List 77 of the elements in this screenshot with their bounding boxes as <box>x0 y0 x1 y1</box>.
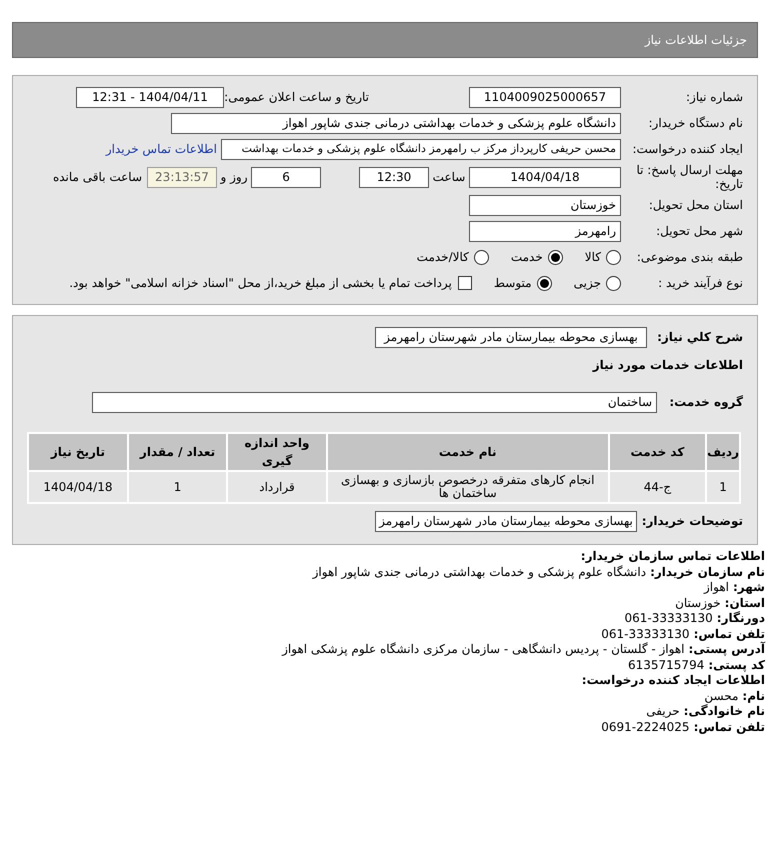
field-label: شرح کلي نياز: <box>656 329 743 346</box>
field-label: نام دستگاه خریدار: <box>648 115 743 132</box>
radio-button[interactable] <box>606 250 621 264</box>
field-value: اهواز - گلستان - پردیس دانشگاهی - سازمان مرکزی دانشگاه علوم پزشکی اهواز <box>282 642 685 658</box>
option-label: کالا <box>584 249 601 266</box>
table-cell: 1 <box>707 472 739 502</box>
field-value: اهواز <box>704 580 729 596</box>
field-label: شهر: <box>733 580 765 596</box>
table-cell: 1404/04/18 <box>29 472 127 502</box>
column-header: ردیف <box>707 434 739 470</box>
input-field[interactable]: 1404/04/11 - 12:31 <box>76 86 224 108</box>
page-title: جزئیات اطلاعات نیاز <box>644 32 747 49</box>
column-header: تعداد / مقدار <box>128 434 226 470</box>
input-field[interactable]: رامهرمز <box>469 220 621 242</box>
field-label: تلفن تماس: <box>694 720 765 735</box>
radio-button[interactable] <box>606 276 621 290</box>
field-label: نام خانوادگی: <box>684 704 765 720</box>
input-field[interactable]: 1404/04/18 <box>469 166 621 188</box>
option-label: کالا/خدمت <box>416 249 469 266</box>
field-label: نام سازمان خریدار: <box>650 564 765 580</box>
field-value: حریفی <box>646 704 680 720</box>
field-label: گروه خدمت: <box>668 394 743 411</box>
table-cell: قرارداد <box>228 472 326 502</box>
table-cell: انجام کارهای متفرقه درخصوص بازسازی و بهسازی ساختمان ها <box>328 472 608 502</box>
field-value: 061-33333130 <box>624 611 713 626</box>
input-field[interactable]: خوزستان <box>469 194 621 216</box>
input-field[interactable]: 1104009025000657 <box>469 86 621 108</box>
table-cell: ج-44 <box>610 472 706 502</box>
column-header: نام خدمت <box>328 434 608 470</box>
input-field[interactable]: بهسازی محوطه بیمارستان مادر شهرستان رامهرمز <box>375 326 647 348</box>
section-title: اطلاعات ایجاد کننده درخواست: <box>580 673 765 688</box>
field-label: ایجاد کننده درخواست: <box>631 141 743 158</box>
field-label: مهلت ارسال پاسخ: تا تاریخ: <box>635 163 743 191</box>
input-field[interactable]: بهسازی محوطه بیمارستان مادر شهرستان رامهرمز <box>375 510 637 532</box>
field-label: تلفن تماس: <box>694 626 765 642</box>
field-label: روز و <box>219 169 248 186</box>
table-cell: 1 <box>128 472 226 502</box>
field-label: طبقه بندی موضوعی: <box>636 249 743 266</box>
checkbox[interactable] <box>458 276 472 290</box>
checkbox-label: پرداخت تمام یا بخشی از مبلغ خرید،از محل "اسناد خزانه اسلامی" خواهد بود. <box>69 275 452 292</box>
option-label: خدمت <box>510 249 543 266</box>
remaining-time: 23:13:57 <box>147 166 217 188</box>
field-value: خوزستان <box>675 596 721 611</box>
field-value: 6135715794 <box>628 658 704 673</box>
field-label: ساعت باقی مانده <box>52 169 142 186</box>
input-field[interactable]: دانشگاه علوم پزشکی و خدمات بهداشتی درمانی جندی شاپور اهواز <box>171 112 621 134</box>
field-label: کد پستی: <box>708 658 765 673</box>
radio-button[interactable] <box>536 276 552 290</box>
field-value: 0691-2224025 <box>601 720 690 735</box>
field-label: شماره نیاز: <box>685 89 743 106</box>
section-title: اطلاعات خدمات مورد نیاز <box>592 357 743 374</box>
section-title: اطلاعات تماس سازمان خریدار: <box>580 549 765 564</box>
column-header: واحد اندازه گیری <box>228 434 326 470</box>
option-label: متوسط <box>494 275 532 292</box>
field-label: شهر محل تحویل: <box>655 223 743 240</box>
field-value: 061-33333130 <box>601 626 690 642</box>
option-label: جزیی <box>574 275 601 292</box>
field-label: توضیحات خریدار: <box>640 513 743 530</box>
field-label: دورنگار: <box>716 611 765 626</box>
buyer-contact-link[interactable]: اطلاعات تماس خریدار <box>106 140 217 158</box>
column-header: کد خدمت <box>610 434 706 470</box>
field-label: آدرس پستی: <box>688 642 765 658</box>
radio-button[interactable] <box>474 250 489 264</box>
field-label: استان: <box>724 596 765 611</box>
input-field[interactable]: ساختمان <box>92 392 657 412</box>
column-header: تاریخ نیاز <box>29 434 127 470</box>
input-field[interactable]: 12:30 <box>359 166 429 188</box>
field-label: ساعت <box>432 169 466 186</box>
input-field[interactable]: محسن حریفی کارپرداز مرکز ب رامهرمز دانشگاه علوم پزشکی و خدمات بهداشت <box>221 138 621 160</box>
radio-button[interactable] <box>548 250 563 264</box>
input-field[interactable]: 6 <box>251 166 321 188</box>
field-label: نوع فرآیند خرید : <box>657 275 743 292</box>
field-value: دانشگاه علوم پزشکی و خدمات بهداشتی درمانی جندی شاپور اهواز <box>312 564 646 580</box>
field-label: نام: <box>742 688 765 704</box>
field-label: استان محل تحویل: <box>648 197 743 214</box>
field-value: محسن <box>704 688 738 704</box>
field-label: تاریخ و ساعت اعلان عمومی: <box>224 89 369 106</box>
